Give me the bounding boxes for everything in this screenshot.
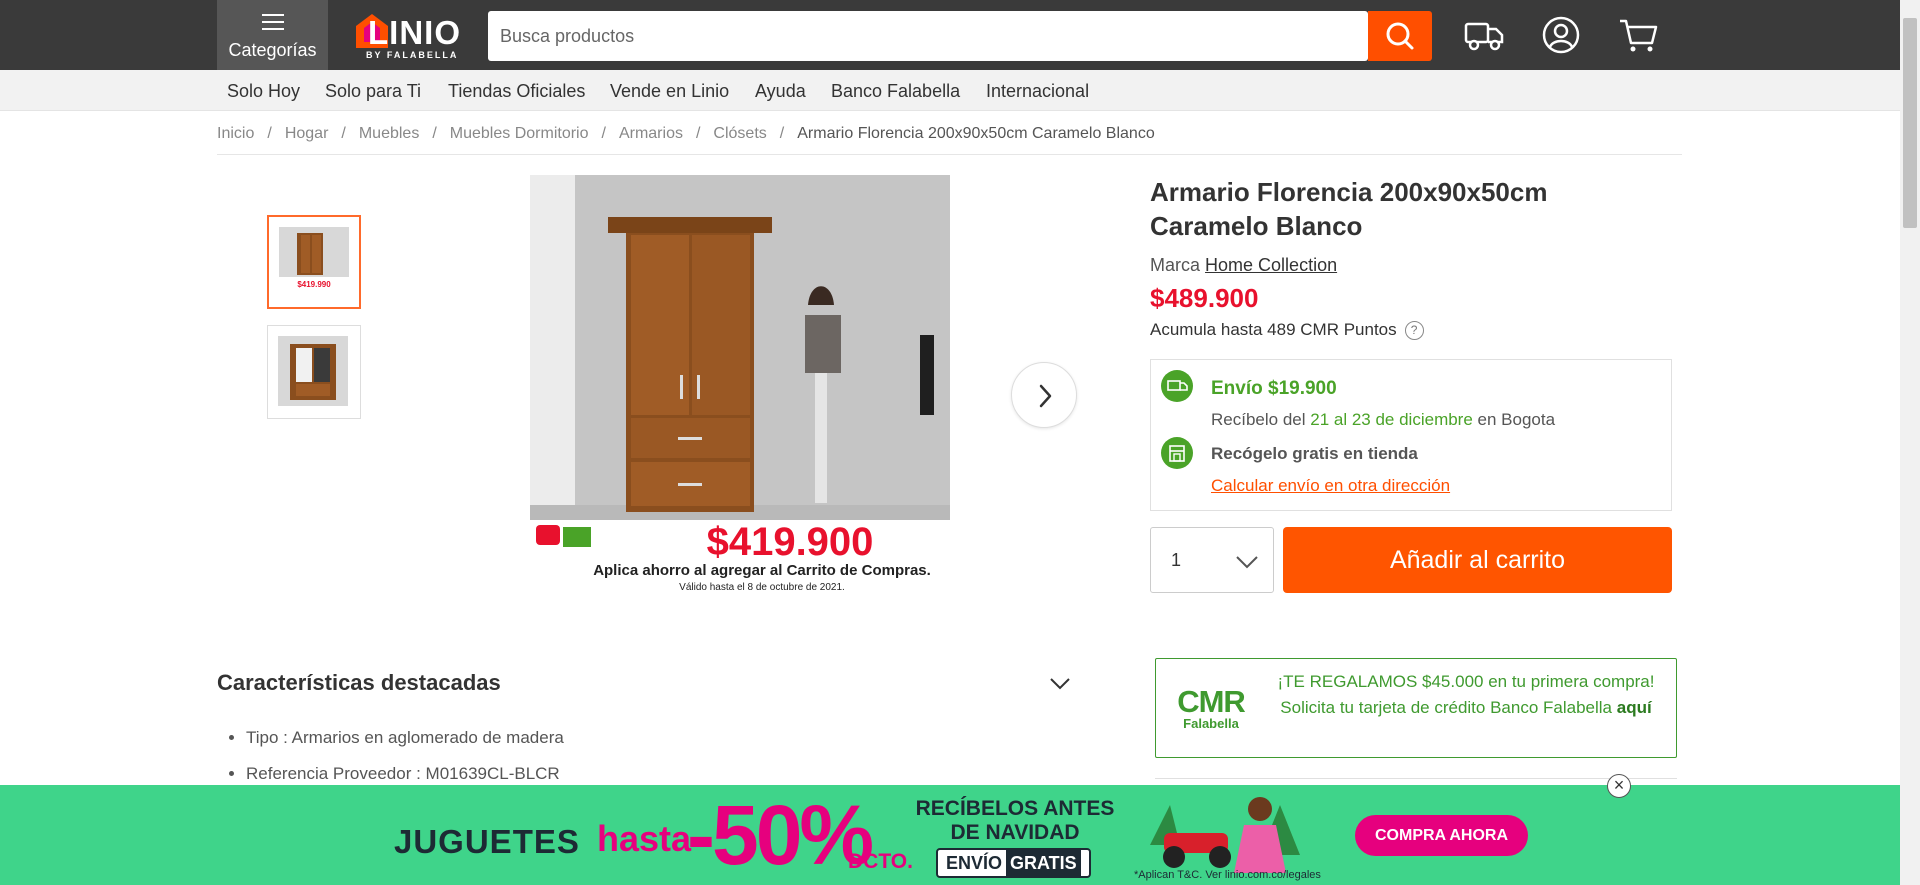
search-bar <box>488 11 1368 61</box>
nav-item-solo-para-ti[interactable]: Solo para Ti <box>325 81 421 102</box>
breadcrumb-divider <box>217 154 1682 155</box>
store-pickup-icon <box>1161 437 1193 469</box>
features-title[interactable]: Características destacadas <box>217 670 501 696</box>
quantity-value: 1 <box>1171 550 1182 570</box>
search-icon <box>1386 22 1414 50</box>
banner-hasta: hasta <box>597 818 692 859</box>
categories-label: Categorías <box>228 40 317 60</box>
product-price: $489.900 <box>1150 283 1259 313</box>
product-title: Armario Florencia 200x90x50cm Caramelo B… <box>1150 177 1548 241</box>
banner-recibelos: RECÍBELOS ANTES DE NAVIDAD <box>915 797 1115 844</box>
thumbnail-price-text: $419.990 <box>297 280 331 289</box>
breadcrumb-item[interactable]: Muebles <box>359 125 419 142</box>
search-input[interactable] <box>488 11 1368 61</box>
banner-gratis: GRATIS <box>1006 850 1081 876</box>
scrollbar-thumb[interactable] <box>1903 18 1917 228</box>
breadcrumb-current: Armario Florencia 200x90x50cm Caramelo B… <box>797 125 1155 142</box>
cmr-points: Acumula hasta 489 CMR Puntos? <box>1150 320 1424 341</box>
chevron-right-icon <box>1039 384 1052 408</box>
shipping-dates: Recíbelo del 21 al 23 de diciembre en Bo… <box>1211 410 1555 430</box>
logo-subtext: BY FALABELLA <box>366 50 459 60</box>
gallery-thumbnail-1[interactable]: $419.990 <box>267 215 361 309</box>
product-thumbnail-image-open <box>278 336 348 406</box>
promo-valid-text: Válido hasta el 8 de octubre de 2021. <box>679 582 845 593</box>
secondary-nav: Solo Hoy Solo para Ti Tiendas Oficiales … <box>0 70 1900 111</box>
section-divider <box>1155 778 1677 779</box>
banner-envio: ENVÍO <box>946 853 1003 873</box>
receive-dates: 21 al 23 de diciembre <box>1310 410 1473 429</box>
gallery-next-button[interactable] <box>1011 362 1077 428</box>
cmr-promo-message: ¡TE REGALAMOS $45.000 en tu primera comp… <box>1277 672 1655 717</box>
feature-item: Referencia Proveedor : M01639CL-BLCR <box>246 764 564 784</box>
promo-line-text: Aplica ahorro al agregar al Carrito de C… <box>593 562 931 579</box>
nav-item-banco-falabella[interactable]: Banco Falabella <box>831 81 960 102</box>
breadcrumb: Inicio / Hogar / Muebles / Muebles Dormitorio /… <box>217 125 1155 143</box>
breadcrumb-item[interactable]: Muebles Dormitorio <box>450 125 589 142</box>
buy-now-button[interactable]: COMPRA AHORA <box>1355 815 1528 856</box>
promo-price-text: $419.900 <box>707 520 874 564</box>
gallery-thumbnail-2[interactable] <box>267 325 361 419</box>
nav-item-tiendas-oficiales[interactable]: Tiendas Oficiales <box>448 81 585 102</box>
banner-discount: -50% <box>687 788 874 882</box>
cmr-logo-text: CMR <box>1177 684 1246 719</box>
breadcrumb-separator: / <box>601 125 606 142</box>
banner-juguetes: JUGUETES <box>394 823 580 860</box>
help-icon[interactable]: ? <box>1404 321 1424 341</box>
banner-dcto: DCTO. <box>848 850 913 873</box>
shipping-box: Envío $19.900 Recíbelo del 21 al 23 de d… <box>1150 359 1672 511</box>
brand-label: Marca <box>1150 255 1201 275</box>
cmr-promo-link[interactable]: aquí <box>1617 698 1652 717</box>
linio-logo[interactable]: LINIO BY FALABELLA <box>352 12 470 62</box>
calculate-shipping-link[interactable]: Calcular envío en otra dirección <box>1211 476 1450 496</box>
banner-envio-gratis: ENVÍO GRATIS <box>936 848 1091 878</box>
cmr-promo-box[interactable]: CMR Falabella ¡TE REGALAMOS $45.000 en t… <box>1155 658 1677 758</box>
chevron-down-icon[interactable] <box>1048 672 1072 696</box>
banner-close-button[interactable]: × <box>1607 774 1631 798</box>
top-header: Categorías LINIO BY FALABELLA <box>0 0 1900 70</box>
receive-prefix: Recíbelo del <box>1211 410 1306 429</box>
nav-item-solo-hoy[interactable]: Solo Hoy <box>227 81 300 102</box>
receive-suffix: en Bogota <box>1477 410 1556 429</box>
promo-banner[interactable]: JUGUETES hasta -50% DCTO. RECÍBELOS ANTE… <box>0 785 1900 885</box>
points-text: Acumula hasta 489 CMR Puntos <box>1150 320 1397 339</box>
product-main-image[interactable]: $419.900 Aplica ahorro al agregar al Car… <box>530 175 950 600</box>
breadcrumb-separator: / <box>341 125 346 142</box>
product-thumbnail-image: $419.990 <box>279 227 349 297</box>
breadcrumb-separator: / <box>267 125 272 142</box>
search-button[interactable] <box>1368 11 1432 61</box>
cmr-logo-subtext: Falabella <box>1183 716 1239 731</box>
breadcrumb-item[interactable]: Clósets <box>713 125 766 142</box>
nav-item-ayuda[interactable]: Ayuda <box>755 81 806 102</box>
banner-legal: *Aplican T&C. Ver linio.com.co/legales <box>1134 869 1321 881</box>
breadcrumb-separator: / <box>432 125 437 142</box>
cmr-promo-text: ¡TE REGALAMOS $45.000 en tu primera comp… <box>1276 669 1656 721</box>
categories-button[interactable]: Categorías <box>217 0 328 70</box>
breadcrumb-separator: / <box>695 125 701 142</box>
breadcrumb-item[interactable]: Inicio <box>217 125 254 142</box>
user-account-icon[interactable] <box>1540 14 1584 56</box>
add-to-cart-button[interactable]: Añadir al carrito <box>1283 527 1672 593</box>
breadcrumb-separator: / <box>779 125 785 142</box>
breadcrumb-item[interactable]: Hogar <box>285 125 329 142</box>
cart-icon[interactable] <box>1617 14 1661 56</box>
menu-icon <box>262 14 284 35</box>
breadcrumb-item[interactable]: Armarios <box>619 125 683 142</box>
feature-item: Tipo : Armarios en aglomerado de madera <box>246 728 564 748</box>
nav-item-internacional[interactable]: Internacional <box>986 81 1089 102</box>
shipping-truck-icon[interactable] <box>1462 14 1506 56</box>
quantity-select[interactable]: 1 <box>1150 527 1274 593</box>
brand-link[interactable]: Home Collection <box>1205 255 1337 275</box>
cmr-falabella-logo: CMR Falabella <box>1176 684 1246 731</box>
logo-text: LINIO <box>368 14 461 51</box>
chevron-down-icon <box>1236 556 1258 569</box>
product-brand: Marca Home Collection <box>1150 255 1337 276</box>
nav-item-vende-en-linio[interactable]: Vende en Linio <box>610 81 729 102</box>
pickup-option: Recógelo gratis en tienda <box>1211 444 1418 463</box>
delivery-truck-icon <box>1161 370 1193 402</box>
shipping-cost: Envío $19.900 <box>1211 378 1337 399</box>
